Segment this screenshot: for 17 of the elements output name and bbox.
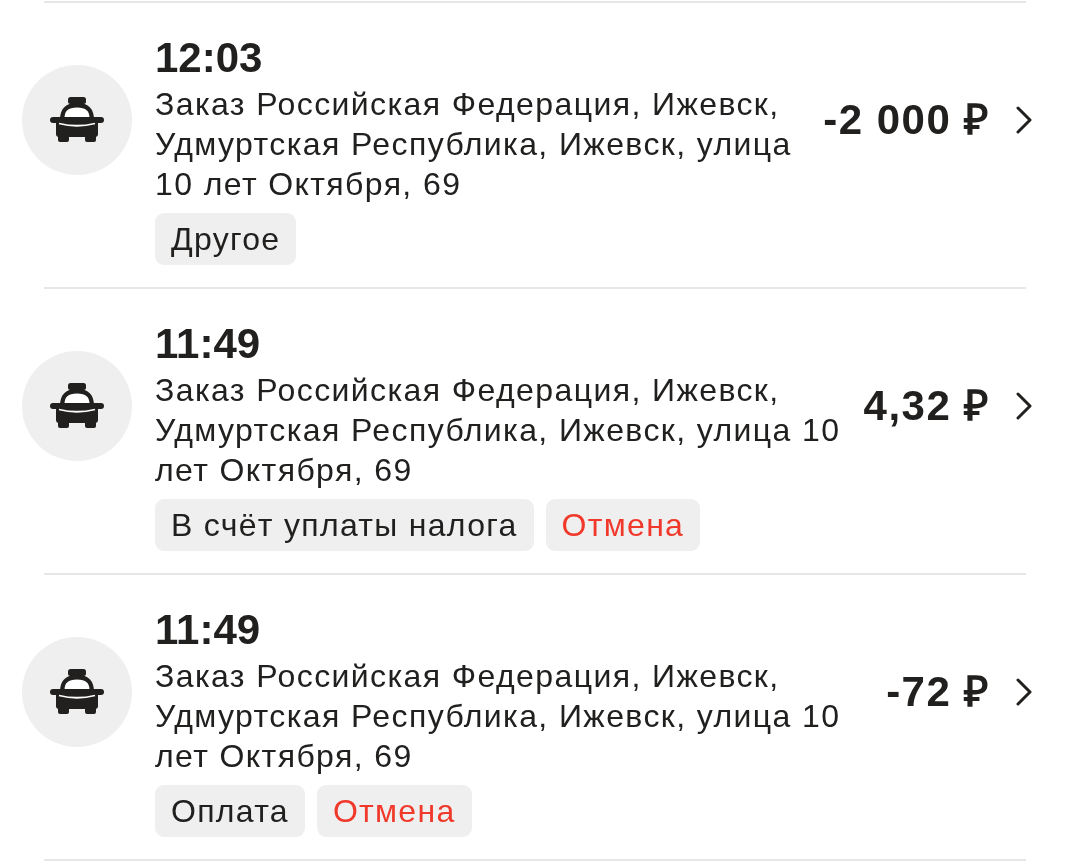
transaction-amount: -2 000 ₽ [823,95,990,144]
transaction-time: 12:03 [155,35,264,81]
transaction-time: 11:49 [155,607,262,653]
status-tag: Отмена [545,499,701,551]
category-tag: Другое [155,213,297,265]
transaction-amount: -72 ₽ [886,667,990,716]
chevron-right-icon[interactable] [1015,105,1033,134]
status-tag: Отмена [316,785,472,837]
transaction-description: Заказ Российская Федерация, Ижевск, Удмуртская Республика, Ижевск, улица 10 лет Октября, 69 [155,657,842,776]
transaction-amount: 4,32 ₽ [863,381,990,430]
transaction-description: Заказ Российская Федерация, Ижевск, Удмуртская Республика, Ижевск, улица 10 лет Октября, 69 [155,371,842,490]
transaction-time: 11:49 [155,321,262,367]
category-tag: Оплата [155,785,305,837]
chevron-right-icon[interactable] [1015,677,1033,706]
category-tag: В счёт уплаты налога [155,499,534,551]
transaction-description: Заказ Российская Федерация, Ижевск, Удмуртская Республика, Ижевск, улица 10 лет Октября, 69 [155,85,793,204]
chevron-right-icon[interactable] [1015,391,1033,420]
